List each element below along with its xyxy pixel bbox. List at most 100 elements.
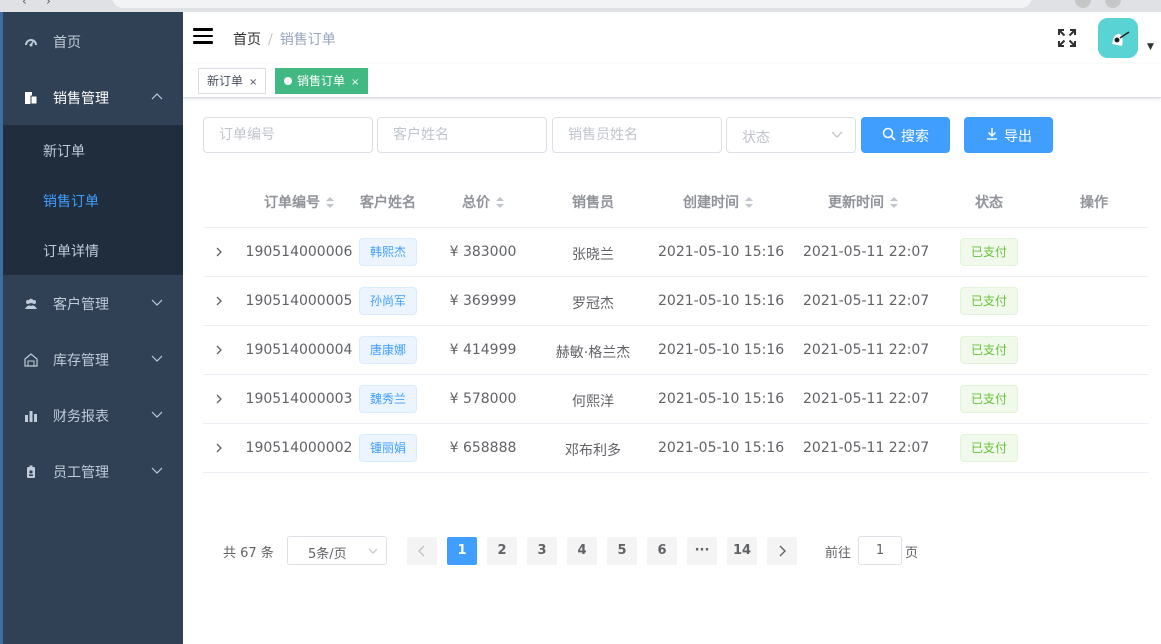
status-select[interactable]: 状态 [726, 117, 856, 153]
salesperson-name-input[interactable] [552, 117, 722, 153]
sidebar-item-order-details[interactable]: 订单详情 [3, 225, 183, 275]
dashboard-icon [25, 39, 37, 47]
expand-row-icon[interactable] [214, 344, 224, 356]
sort-icon[interactable] [745, 196, 753, 209]
search-icon [882, 127, 896, 141]
sidebar-item-inventory[interactable]: 库存管理 [0, 332, 183, 388]
order-number-input[interactable] [203, 117, 373, 153]
column-header-customer: 客户姓名 [353, 192, 423, 212]
table-row[interactable]: 190514000006 韩熙杰 ¥ 383000 张晓兰 2021-05-10 15:… [203, 228, 1149, 277]
column-header-label: 销售员 [572, 195, 614, 211]
customer-name-input[interactable] [377, 117, 547, 153]
close-icon[interactable]: × [351, 77, 359, 88]
page-button[interactable]: 1 [447, 537, 477, 565]
page-button[interactable]: 6 [647, 537, 677, 565]
page-size-select[interactable]: 5条/页 [287, 536, 387, 565]
column-header-order-number[interactable]: 订单编号 [244, 192, 354, 212]
column-header-label: 订单编号 [264, 195, 320, 211]
fullscreen-icon[interactable] [1057, 28, 1077, 48]
cell-created-time: 2021-05-10 15:16 [658, 440, 785, 456]
page-button[interactable]: 5 [607, 537, 637, 565]
page-jump-suffix: 页 [905, 546, 919, 561]
cell-salesperson: 赫敏·格兰杰 [555, 345, 631, 361]
user-avatar[interactable] [1098, 18, 1138, 58]
sidebar-item-sales[interactable]: 销售管理 [0, 70, 183, 126]
prev-page-button[interactable] [407, 537, 437, 565]
download-icon [987, 128, 997, 140]
table-row[interactable]: 190514000004 唐康娜 ¥ 414999 赫敏·格兰杰 2021-05-10 … [203, 326, 1149, 375]
sidebar-item-home[interactable]: 首页 [0, 14, 183, 70]
sales-icon [25, 92, 38, 105]
cell-order-number: 190514000004 [245, 342, 353, 358]
cell-salesperson: 罗冠杰 [572, 296, 614, 312]
column-header-label: 状态 [975, 195, 1003, 211]
column-header-total[interactable]: 总价 [443, 192, 523, 212]
caret-down-icon[interactable]: ▼ [1147, 42, 1154, 52]
status-select-placeholder: 状态 [742, 130, 770, 146]
column-header-label: 更新时间 [828, 195, 884, 211]
table-row[interactable]: 190514000002 锺丽娟 ¥ 658888 邓布利多 2021-05-10 15… [203, 424, 1149, 473]
sidebar-item-label: 客户管理 [53, 297, 109, 313]
page-jump-input[interactable] [858, 536, 902, 565]
browser-toolbar: ‹ › [0, 0, 1161, 12]
sort-icon[interactable] [496, 196, 504, 209]
customers-icon [25, 298, 37, 309]
expand-row-icon[interactable] [214, 442, 224, 454]
page-button[interactable]: 4 [567, 537, 597, 565]
chevron-right-icon [779, 545, 786, 557]
sort-icon[interactable] [890, 196, 898, 209]
sort-icon[interactable] [326, 196, 334, 209]
sidebar-item-new-order[interactable]: 新订单 [3, 125, 183, 175]
page-button[interactable]: 3 [527, 537, 557, 565]
breadcrumb-current: 销售订单 [279, 32, 336, 48]
column-header-label: 创建时间 [683, 195, 739, 211]
sidebar-item-label: 销售管理 [53, 91, 109, 107]
hamburger-menu-icon[interactable] [193, 28, 213, 44]
employee-badge-icon [27, 465, 35, 478]
column-header-updated[interactable]: 更新时间 [808, 192, 918, 212]
close-icon[interactable]: × [249, 77, 257, 88]
tags-view: 新订单 × 销售订单 × [183, 64, 1161, 98]
sidebar-item-sales-orders[interactable]: 销售订单 [3, 175, 183, 225]
chevron-left-icon [418, 545, 425, 557]
chevron-down-icon [151, 299, 163, 306]
status-badge: 已支付 [960, 385, 1018, 413]
search-button[interactable]: 搜索 [861, 117, 950, 153]
page-ellipsis-button[interactable]: ··· [687, 537, 717, 565]
profile-icon[interactable] [1105, 0, 1121, 8]
breadcrumb-home-link[interactable]: 首页 [233, 32, 261, 48]
pagination: 共 67 条 5条/页 1 2 3 4 5 6 ··· 14 前往 页 [203, 536, 1149, 566]
cell-order-number: 190514000006 [245, 244, 353, 260]
status-badge: 已支付 [960, 238, 1018, 266]
sidebar-item-label: 订单详情 [43, 244, 99, 260]
breadcrumb: 首页 / 销售订单 [233, 29, 336, 49]
active-dot-icon [284, 77, 292, 85]
column-header-label: 操作 [1080, 195, 1108, 211]
page-button[interactable]: 14 [727, 537, 757, 565]
chevron-down-icon [151, 355, 163, 362]
next-page-button[interactable] [767, 537, 797, 565]
export-button[interactable]: 导出 [964, 117, 1053, 153]
column-header-label: 客户姓名 [360, 195, 416, 211]
address-bar[interactable] [112, 0, 1032, 8]
sidebar-item-customers[interactable]: 客户管理 [0, 276, 183, 332]
sidebar: 首页 销售管理 新订单 销售订单 订单详情 客户管理 库存管理 财务报表 员工管… [0, 12, 183, 644]
search-button-label: 搜索 [901, 129, 929, 145]
extension-icon[interactable] [1075, 0, 1091, 8]
expand-row-icon[interactable] [214, 393, 224, 405]
forward-icon[interactable]: › [46, 0, 51, 8]
expand-row-icon[interactable] [214, 246, 224, 258]
table-row[interactable]: 190514000005 孙尚军 ¥ 369999 罗冠杰 2021-05-10 15:… [203, 277, 1149, 326]
table-row[interactable]: 190514000003 魏秀兰 ¥ 578000 何熙洋 2021-05-10 15:… [203, 375, 1149, 424]
back-icon[interactable]: ‹ [22, 0, 27, 8]
customer-name-tag: 锺丽娟 [359, 434, 417, 462]
tag-sales-orders[interactable]: 销售订单 × [275, 68, 369, 94]
sidebar-item-finance[interactable]: 财务报表 [0, 388, 183, 444]
cell-updated-time: 2021-05-11 22:07 [803, 440, 930, 456]
status-badge: 已支付 [960, 336, 1018, 364]
tag-new-order[interactable]: 新订单 × [198, 68, 267, 94]
column-header-created[interactable]: 创建时间 [663, 192, 773, 212]
sidebar-item-employees[interactable]: 员工管理 [0, 444, 183, 500]
page-button[interactable]: 2 [487, 537, 517, 565]
expand-row-icon[interactable] [214, 295, 224, 307]
